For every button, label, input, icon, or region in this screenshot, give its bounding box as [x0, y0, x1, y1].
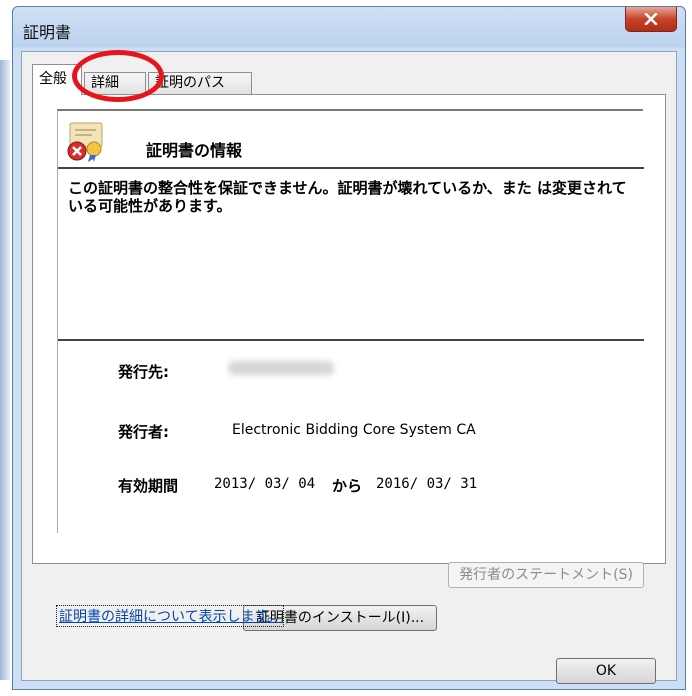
tab-general-label: 全般 — [39, 71, 67, 87]
red-highlight-circle — [72, 50, 164, 102]
issued-to-label: 発行先: — [118, 363, 169, 381]
general-tab-panel: 証明書の情報 この証明書の整合性を保証できません。証明書が壊れているか、また は… — [32, 94, 666, 631]
window-title: 証明書 — [23, 23, 72, 42]
issuer-statement-button[interactable]: 発行者のステートメント(S) — [448, 562, 644, 588]
info-divider-top — [58, 167, 644, 169]
info-title: 証明書の情報 — [146, 141, 243, 160]
ok-button[interactable]: OK — [556, 658, 656, 684]
integrity-warning-text: この証明書の整合性を保証できません。証明書が壊れているか、また は変更されている… — [68, 179, 627, 215]
validity-from-word: から — [332, 477, 363, 495]
background-window-edge — [0, 60, 10, 680]
valid-to-value: 2016/ 03/ 31 — [376, 476, 478, 492]
issued-to-value-redacted — [228, 361, 334, 375]
title-bar[interactable]: 証明書 — [13, 7, 685, 51]
certificate-info-box: 証明書の情報 この証明書の整合性を保証できません。証明書が壊れているか、また は… — [57, 109, 644, 533]
issued-by-label: 発行者: — [118, 423, 169, 441]
certificate-details-link[interactable]: 証明書の詳細について表示します。 — [56, 605, 285, 627]
issued-by-value: Electronic Bidding Core System CA — [232, 422, 476, 438]
close-icon — [644, 13, 658, 25]
dialog-client-area: 全般 詳細 証明のパス 証明書の情報 この証明書の整合性を保証できません。証明書… — [21, 51, 677, 684]
valid-from-value: 2013/ 03/ 04 — [214, 476, 316, 492]
validity-label: 有効期間 — [118, 477, 179, 495]
close-button[interactable] — [625, 7, 677, 32]
info-divider-middle — [58, 339, 644, 341]
certificate-dialog: 証明書 全般 詳細 証明のパス 証明書の情報 この証明書の整合性を保証できません… — [12, 6, 686, 690]
certificate-error-icon — [67, 122, 103, 162]
tab-certification-path-label: 証明のパス — [155, 75, 225, 91]
